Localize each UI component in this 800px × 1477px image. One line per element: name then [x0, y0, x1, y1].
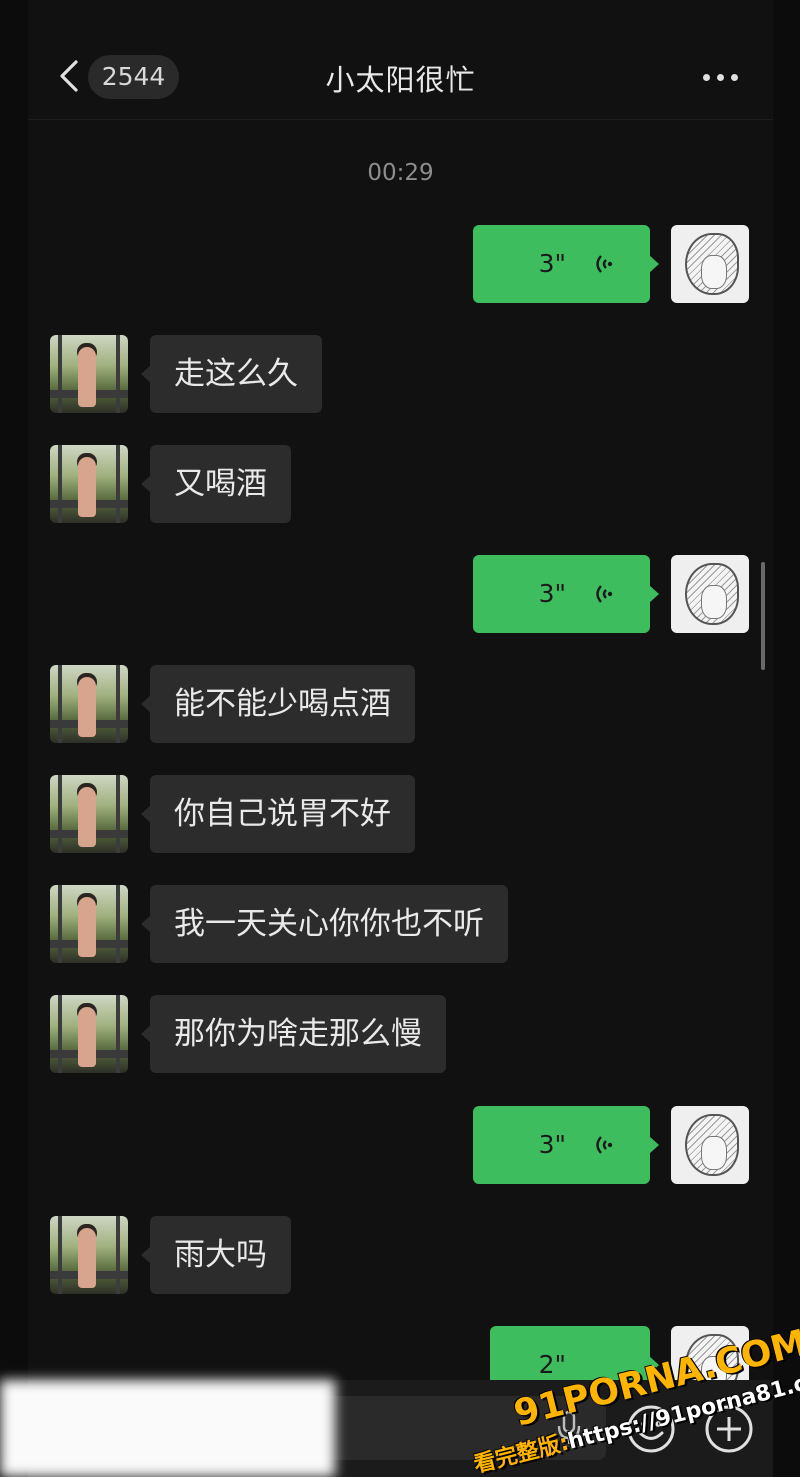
my-avatar[interactable] [671, 1106, 749, 1184]
contact-avatar[interactable] [50, 775, 128, 853]
text-message-bubble[interactable]: 又喝酒 [141, 445, 291, 523]
voice-duration: 3" [538, 1130, 566, 1159]
text-message-bubble[interactable]: 走这么久 [141, 335, 322, 413]
chat-screen: 2544 小太阳很忙 00:29 3" 走这么久 又喝酒 3" 能不能少喝点酒 … [28, 0, 773, 1477]
voice-message-bubble[interactable]: 3" [473, 555, 659, 633]
contact-avatar[interactable] [50, 335, 128, 413]
contact-avatar[interactable] [50, 665, 128, 743]
contact-avatar[interactable] [50, 1216, 128, 1294]
voice-message-bubble[interactable]: 3" [473, 225, 659, 303]
scrollbar[interactable] [761, 562, 765, 670]
message-timestamp: 00:29 [367, 160, 434, 186]
contact-avatar[interactable] [50, 995, 128, 1073]
text-message-bubble[interactable]: 那你为啥走那么慢 [141, 995, 446, 1073]
voice-wave-icon [596, 1136, 613, 1154]
voice-wave-icon [596, 255, 613, 273]
voice-duration: 3" [538, 579, 566, 608]
more-dots-icon[interactable] [701, 64, 741, 90]
chat-header: 2544 小太阳很忙 [28, 30, 773, 120]
voice-message-bubble[interactable]: 3" [473, 1106, 659, 1184]
my-avatar[interactable] [671, 225, 749, 303]
contact-avatar[interactable] [50, 885, 128, 963]
text-message-bubble[interactable]: 我一天关心你你也不听 [141, 885, 508, 963]
contact-avatar[interactable] [50, 445, 128, 523]
chat-title: 小太阳很忙 [325, 63, 476, 97]
my-avatar[interactable] [671, 555, 749, 633]
voice-duration: 3" [538, 249, 566, 278]
text-message-bubble[interactable]: 你自己说胃不好 [141, 775, 415, 853]
voice-wave-icon [596, 585, 613, 603]
status-bar [28, 0, 773, 30]
text-message-bubble[interactable]: 雨大吗 [141, 1216, 291, 1294]
text-message-bubble[interactable]: 能不能少喝点酒 [141, 665, 415, 743]
blurred-region [0, 1380, 335, 1477]
